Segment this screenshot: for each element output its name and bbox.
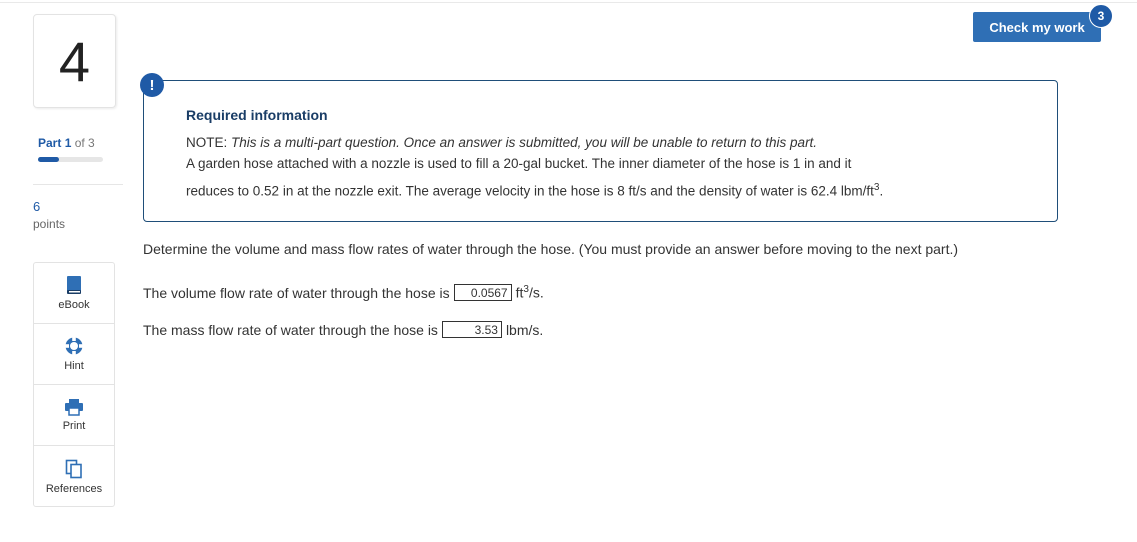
points-label: points — [33, 217, 66, 231]
part-indicator: Part 1 of 3 — [38, 136, 95, 150]
print-button[interactable]: Print — [34, 385, 114, 446]
lifebuoy-icon — [65, 337, 83, 355]
attempts-badge: 3 — [1089, 4, 1113, 28]
copy-icon — [65, 459, 82, 478]
part-progress-fill — [38, 157, 60, 162]
volume-flow-unit: ft3/s. — [516, 284, 544, 301]
volume-flow-row: The volume flow rate of water through th… — [143, 284, 544, 301]
alert-icon: ! — [140, 73, 164, 97]
note-label: NOTE: — [186, 135, 228, 150]
required-information-box: Required information NOTE: This is a mul… — [143, 80, 1058, 222]
references-label: References — [45, 482, 103, 495]
problem-line-2-end: . — [879, 183, 884, 199]
problem-line-2-text: reduces to 0.52 in at the nozzle exit. T… — [186, 183, 874, 199]
sidebar-divider — [33, 184, 123, 185]
info-note: NOTE: This is a multi-part question. Onc… — [186, 135, 817, 150]
info-title: Required information — [186, 107, 328, 123]
problem-line-2: reduces to 0.52 in at the nozzle exit. T… — [186, 176, 1006, 204]
volume-flow-answer[interactable]: 0.0567 — [453, 284, 512, 301]
problem-statement: A garden hose attached with a nozzle is … — [186, 152, 1006, 204]
print-label: Print — [62, 420, 86, 432]
part-prefix: Part — [38, 136, 62, 150]
ebook-label: eBook — [58, 299, 90, 311]
part-of-total: of 3 — [74, 136, 95, 150]
printer-icon — [65, 399, 83, 416]
mass-flow-answer[interactable]: 3.53 — [441, 321, 502, 338]
volume-flow-label: The volume flow rate of water through th… — [143, 284, 450, 301]
ebook-button[interactable]: eBook — [34, 263, 114, 324]
check-my-work-button[interactable]: Check my work — [973, 12, 1101, 42]
part-progress-bar — [38, 157, 103, 162]
problem-line-1: A garden hose attached with a nozzle is … — [186, 156, 852, 171]
book-icon — [67, 276, 81, 294]
tools-panel: eBook Hint Print References — [33, 262, 115, 507]
note-text: This is a multi-part question. Once an a… — [231, 135, 818, 150]
question-number: 4 — [33, 14, 116, 108]
points-value: 6 — [33, 199, 41, 214]
hint-label: Hint — [64, 360, 84, 372]
mass-flow-unit: lbm/s. — [505, 321, 544, 338]
mass-flow-label: The mass flow rate of water through the … — [143, 321, 438, 338]
top-divider — [0, 2, 1137, 3]
part-current: 1 — [64, 136, 72, 150]
volume-unit-end: /s. — [528, 284, 544, 301]
hint-button[interactable]: Hint — [34, 324, 114, 385]
mass-flow-row: The mass flow rate of water through the … — [143, 321, 543, 338]
question-prompt: Determine the volume and mass flow rates… — [143, 241, 959, 257]
references-button[interactable]: References — [34, 446, 114, 507]
